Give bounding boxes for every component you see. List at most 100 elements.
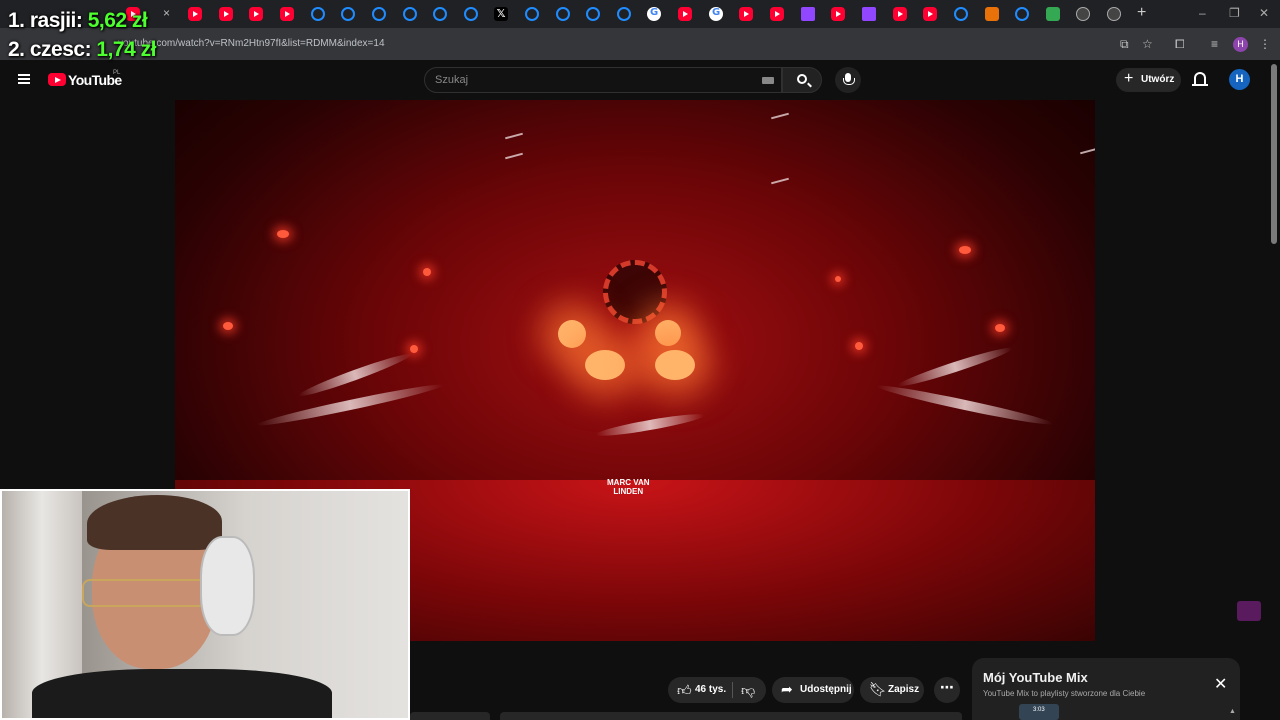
- account-avatar[interactable]: H: [1229, 69, 1250, 90]
- thumbs-down-icon[interactable]: 👎︎: [741, 682, 755, 699]
- divider: [732, 682, 733, 698]
- bookmark-star-icon[interactable]: ☆: [1142, 37, 1153, 51]
- dragon-projection-right: [896, 343, 1014, 391]
- google-tab-icon[interactable]: [709, 7, 723, 21]
- meta-tab-icon[interactable]: [954, 7, 968, 21]
- stage-sun-decoration: [603, 260, 667, 324]
- share-icon: ➦: [781, 681, 793, 697]
- youtube-tab-icon[interactable]: [770, 7, 784, 21]
- meta-tab-icon[interactable]: [586, 7, 600, 21]
- more-icon: ⋯: [940, 680, 954, 696]
- search-button[interactable]: [782, 67, 822, 93]
- install-app-icon[interactable]: ⧉: [1120, 37, 1129, 52]
- meta-tab-icon[interactable]: [341, 7, 355, 21]
- youtube-tab-icon[interactable]: [249, 7, 263, 21]
- stage-banner-text: MARC VAN LINDEN: [607, 478, 650, 496]
- meta-tab-icon[interactable]: [372, 7, 386, 21]
- extension-badge-icon[interactable]: [1237, 601, 1261, 621]
- youtube-tab-icon[interactable]: [188, 7, 202, 21]
- address-bar: youtube.com/watch?v=RNm2Htn97fI&list=RDM…: [0, 28, 1280, 60]
- maximize-icon[interactable]: ❐: [1229, 6, 1240, 20]
- youtube-tab-icon[interactable]: [739, 7, 753, 21]
- bookmark-icon: 🔖︎: [869, 681, 887, 697]
- x-tab-icon[interactable]: 𝕏: [494, 7, 508, 21]
- like-count[interactable]: 46 tys.: [695, 684, 726, 695]
- donation-2-value: 1,74 zł: [96, 38, 156, 61]
- create-label: Utwórz: [1141, 74, 1175, 85]
- media-control-icon[interactable]: ≡: [1211, 37, 1218, 51]
- save-button[interactable]: 🔖︎ Zapisz: [860, 677, 924, 703]
- youtube-tab-icon[interactable]: [923, 7, 937, 21]
- new-tab-button[interactable]: +: [1137, 4, 1146, 22]
- orange-tab-icon[interactable]: [985, 7, 999, 21]
- search-box[interactable]: [424, 67, 782, 93]
- meta-tab-icon[interactable]: [1015, 7, 1029, 21]
- dark-tab-icon[interactable]: [1107, 7, 1121, 21]
- twitch-tab-icon[interactable]: [862, 7, 876, 21]
- meta-tab-icon[interactable]: [556, 7, 570, 21]
- search-input[interactable]: [435, 74, 735, 86]
- meta-tab-icon[interactable]: [617, 7, 631, 21]
- donation-1-value: 5,62 zł: [87, 9, 148, 32]
- youtube-tab-icon[interactable]: [893, 7, 907, 21]
- chevron-up-icon[interactable]: ▲: [1229, 708, 1236, 715]
- microphone-icon: [843, 73, 855, 85]
- page-scrollbar[interactable]: [1271, 64, 1277, 244]
- meta-tab-icon[interactable]: [403, 7, 417, 21]
- meta-tab-icon[interactable]: [464, 7, 478, 21]
- create-button[interactable]: + Utwórz: [1116, 68, 1181, 92]
- notifications-bell-icon[interactable]: [1192, 72, 1208, 86]
- google-tab-icon[interactable]: [647, 7, 661, 21]
- close-icon[interactable]: ✕: [1214, 674, 1227, 694]
- thumbs-up-icon[interactable]: 👍︎: [677, 682, 692, 699]
- dragon-projection-center: [594, 410, 706, 440]
- save-label: Zapisz: [888, 684, 920, 695]
- youtube-tab-icon[interactable]: [678, 7, 692, 21]
- stage-light: [223, 322, 233, 330]
- green-tab-icon[interactable]: [1046, 7, 1060, 21]
- donation-2-label: 2. czesc:: [8, 38, 97, 61]
- stage-light: [277, 230, 289, 238]
- share-button[interactable]: ➦ Udostępnij: [772, 677, 854, 703]
- stage-glow: [585, 350, 625, 380]
- tab-close-icon[interactable]: ×: [163, 6, 170, 20]
- meta-tab-icon[interactable]: [311, 7, 325, 21]
- mix-duration: 3:03: [1033, 707, 1045, 713]
- url-field[interactable]: youtube.com/watch?v=RNm2Htn97fI&list=RDM…: [118, 38, 385, 49]
- browser-profile-avatar[interactable]: H: [1233, 37, 1248, 52]
- youtube-tab-icon[interactable]: [831, 7, 845, 21]
- menu-icon[interactable]: [18, 74, 30, 84]
- youtube-logo-icon[interactable]: [48, 73, 66, 86]
- youtube-tab-icon[interactable]: [219, 7, 233, 21]
- meta-tab-icon[interactable]: [433, 7, 447, 21]
- stage-glow: [655, 350, 695, 380]
- stage-light: [835, 276, 841, 282]
- plus-icon: +: [1124, 70, 1134, 87]
- youtube-header: YouTube PL + Utwórz H: [0, 60, 1280, 100]
- streamer-hair: [87, 495, 222, 550]
- stage-light: [410, 345, 418, 353]
- minimize-icon[interactable]: –: [1199, 6, 1206, 20]
- mix-subtitle: YouTube Mix to playlisty stworzone dla C…: [983, 689, 1146, 698]
- streamer-shirt: [32, 669, 332, 718]
- more-actions-button[interactable]: ⋯: [934, 677, 960, 703]
- window-close-icon[interactable]: ✕: [1259, 6, 1269, 20]
- youtube-tab-icon[interactable]: [280, 7, 294, 21]
- browser-menu-icon[interactable]: ⋮: [1259, 37, 1271, 51]
- voice-search-button[interactable]: [835, 67, 861, 93]
- extensions-icon[interactable]: ⧠: [1175, 37, 1185, 52]
- twitch-tab-icon[interactable]: [801, 7, 815, 21]
- meta-tab-icon[interactable]: [525, 7, 539, 21]
- glasses: [82, 579, 212, 607]
- search-icon: [797, 74, 807, 84]
- dark-tab-icon[interactable]: [1076, 7, 1090, 21]
- stage-light: [995, 324, 1005, 332]
- mix-title: Mój YouTube Mix: [983, 670, 1088, 685]
- light-beam: [771, 112, 789, 120]
- light-beam: [1080, 147, 1095, 155]
- stage-light: [423, 268, 431, 276]
- donation-1-label: 1. rasjii:: [8, 9, 88, 32]
- keyboard-icon[interactable]: [762, 77, 774, 84]
- light-beam: [505, 132, 523, 140]
- dragon-projection-right: [875, 381, 1055, 429]
